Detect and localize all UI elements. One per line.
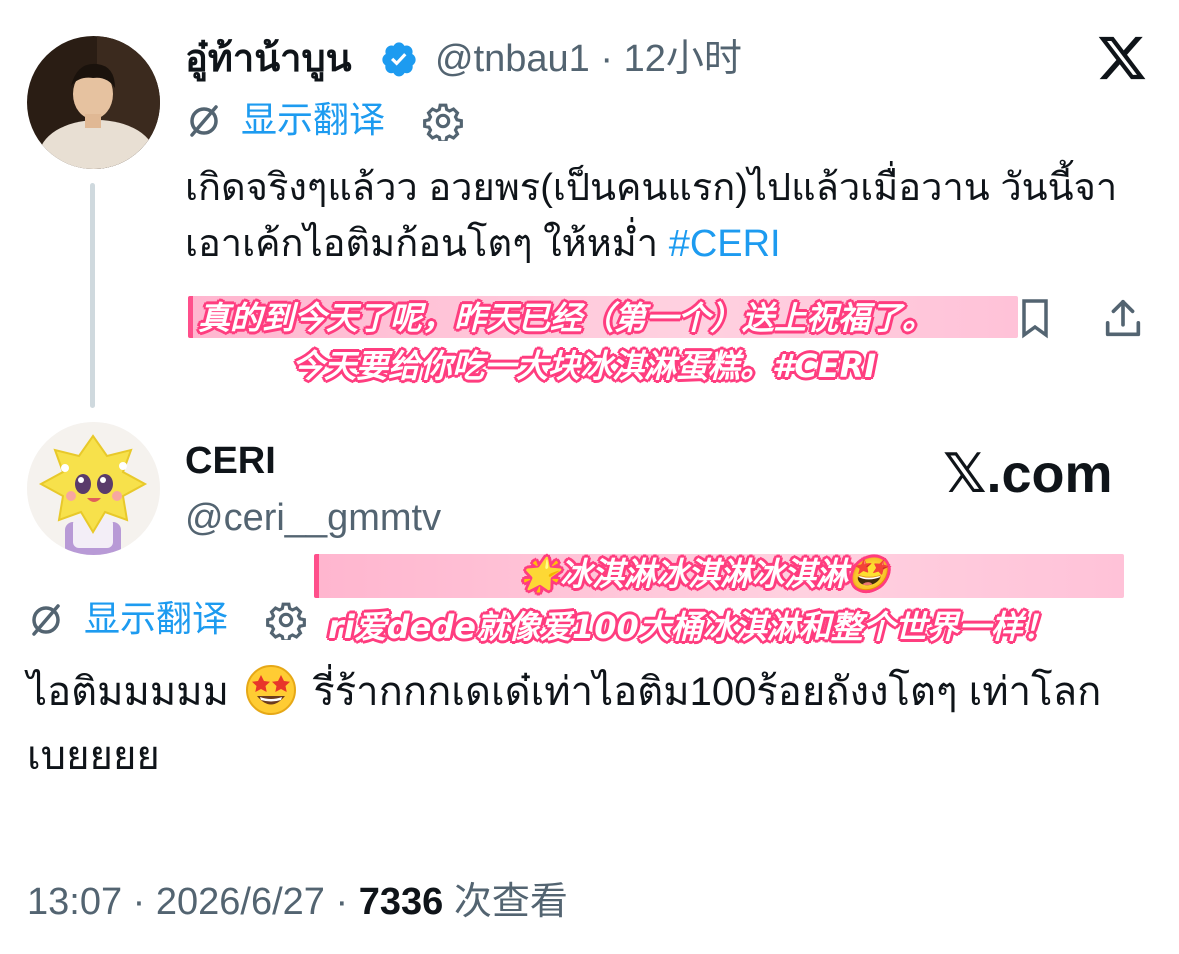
caption-line: ri爱dede就像爱100大桶冰淇淋和整个世界一样！: [328, 608, 1055, 646]
hashtag-link[interactable]: #CERI: [669, 223, 781, 265]
reply-author-name[interactable]: CERI: [185, 438, 276, 484]
xcom-watermark: 𝕏.com: [943, 444, 1113, 504]
gear-icon[interactable]: [266, 600, 306, 643]
translate-icon[interactable]: [185, 102, 223, 140]
tweet-text-body: เกิดจริงๆแล้วว อวยพร(เป็นคนแรก)ไปแล้วเมื…: [185, 167, 1118, 265]
tweet-text: เกิดจริงๆแล้วว อวยพร(เป็นคนแรก)ไปแล้วเมื…: [185, 160, 1160, 272]
gear-icon[interactable]: [423, 101, 463, 144]
caption-line: 真的到今天了呢，昨天已经（第一个）送上祝福了。: [198, 299, 935, 337]
share-icon[interactable]: [1100, 296, 1146, 342]
show-translation-link[interactable]: 显示翻译: [241, 96, 385, 144]
reply-author-handle[interactable]: @ceri__gmmtv: [185, 495, 441, 541]
caption-line: 今天要给你吃一大块冰淇淋蛋糕。#CERI: [292, 347, 877, 385]
author-name[interactable]: อู๋ท้าน้าบูน: [185, 36, 352, 82]
author-avatar[interactable]: [27, 36, 160, 169]
tweet-date[interactable]: 2026/6/27: [156, 881, 325, 923]
tweet-timestamp[interactable]: 13:07: [27, 881, 122, 923]
author-handle[interactable]: @tnbau1: [435, 38, 590, 80]
view-count: 7336: [358, 881, 444, 923]
author-handle-time: @tnbau1 · 12小时: [435, 36, 742, 82]
tweet-meta: 13:07 · 2026/6/27 · 7336 次查看: [27, 878, 568, 926]
tweet-time[interactable]: 12小时: [624, 38, 742, 80]
reply-text: ไอติมมมมม รี่ร้ากกกเดเด๋เท่าไอติม100ร้อย…: [27, 660, 1147, 788]
star-struck-emoji: [244, 663, 298, 717]
bookmark-icon[interactable]: [1018, 297, 1052, 339]
dot-separator: ·: [600, 38, 614, 80]
translate-icon[interactable]: [27, 601, 65, 639]
dot-separator: ·: [335, 881, 349, 923]
verified-badge-icon: [380, 40, 418, 78]
reply-text-part: ไอติมมมมม: [27, 670, 229, 714]
show-translation-link[interactable]: 显示翻译: [84, 595, 228, 643]
dot-separator: ·: [132, 881, 146, 923]
x-logo-icon[interactable]: [1096, 32, 1148, 84]
view-count-label: 次查看: [453, 881, 568, 923]
caption-line: 🌟冰淇淋冰淇淋冰淇淋🤩: [520, 555, 888, 593]
reply-avatar[interactable]: [27, 422, 160, 555]
thread-connector: [90, 183, 95, 408]
